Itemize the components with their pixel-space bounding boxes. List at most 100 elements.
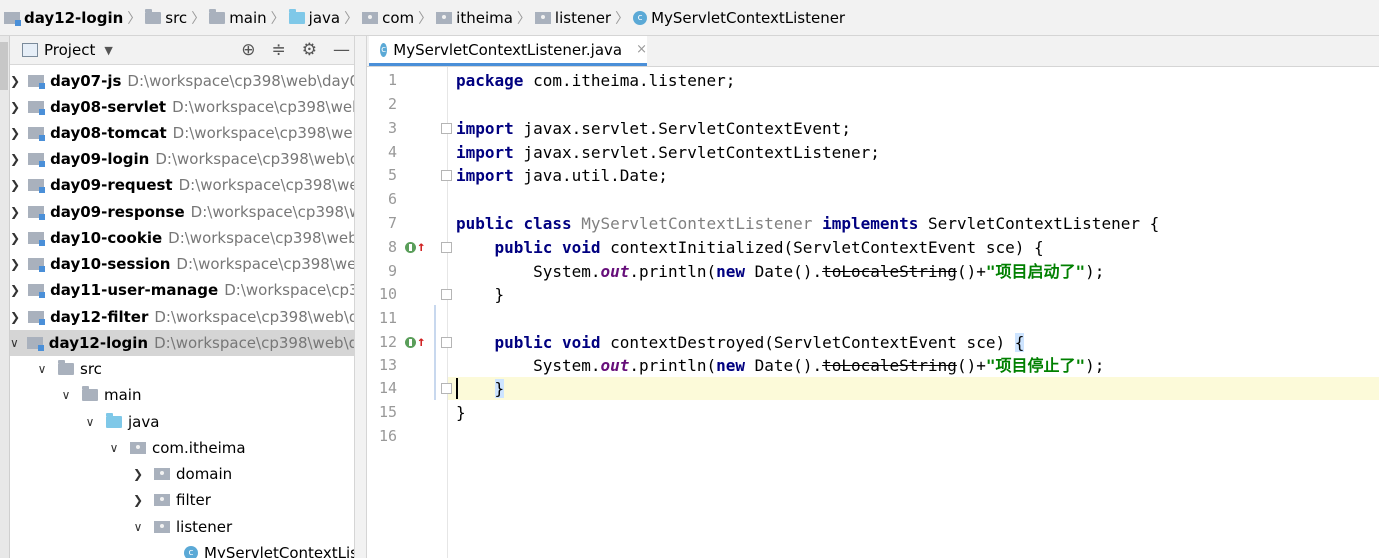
code-line[interactable]: 16	[367, 425, 1379, 448]
chevron-down-icon[interactable]: ∨	[82, 415, 98, 429]
chevron-right-icon[interactable]: ❯	[10, 126, 20, 140]
implement-marker-icon[interactable]	[405, 337, 416, 348]
package-icon	[534, 11, 551, 24]
class-icon: c	[633, 10, 648, 25]
tree-item-package[interactable]: ❯ filter	[10, 487, 354, 513]
chevron-right-icon[interactable]: ❯	[10, 152, 20, 166]
breadcrumb-item-day12-login[interactable]: day12-login	[4, 0, 123, 36]
fold-icon[interactable]	[441, 123, 452, 134]
code-line[interactable]: 15}	[367, 401, 1379, 424]
minimize-icon[interactable]: —	[333, 40, 350, 60]
fold-icon[interactable]	[441, 170, 452, 181]
tree-item-class[interactable]: c MyServletContextList	[10, 540, 354, 558]
editor-tab-bar: c MyServletContextListener.java ×	[367, 36, 1379, 67]
tree-item-folder[interactable]: ∨ main	[10, 382, 354, 408]
code-line[interactable]: 10 }	[367, 283, 1379, 306]
tree-item-folder[interactable]: ∨ src	[10, 356, 354, 382]
chevron-right-icon: 〉	[191, 10, 206, 27]
chevron-down-icon[interactable]: ∨	[130, 520, 146, 534]
folder-icon	[58, 360, 74, 375]
chevron-right-icon[interactable]: ❯	[10, 100, 20, 114]
arrow-up-icon[interactable]: ↑	[417, 331, 425, 354]
tree-item-package[interactable]: ∨ com.itheima	[10, 435, 354, 461]
tree-item-package[interactable]: ❯ domain	[10, 461, 354, 487]
code-line[interactable]: 6	[367, 188, 1379, 211]
breadcrumb-item-listener[interactable]: listener	[534, 0, 611, 36]
code-line[interactable]: 4 import javax.servlet.ServletContextList…	[367, 141, 1379, 164]
fold-icon[interactable]	[441, 383, 452, 394]
code-line[interactable]: 1 package com.itheima.listener;	[367, 69, 1379, 92]
panel-splitter[interactable]	[354, 36, 367, 558]
implement-marker-icon[interactable]	[405, 242, 416, 253]
arrow-up-icon[interactable]: ↑	[417, 236, 425, 259]
project-panel-title[interactable]: Project	[44, 41, 95, 59]
chevron-down-icon[interactable]: ∨	[58, 388, 74, 402]
fold-icon[interactable]	[441, 242, 452, 253]
chevron-right-icon: 〉	[270, 10, 285, 27]
tree-item-module-selected[interactable]: ∨ day12-login D:\workspace\cp398\web\da	[10, 330, 354, 356]
chevron-down-icon[interactable]: ∨	[10, 336, 19, 350]
fold-icon[interactable]	[441, 289, 452, 300]
chevron-down-icon[interactable]: ∨	[106, 441, 122, 455]
fold-icon[interactable]	[441, 337, 452, 348]
breadcrumb-item-java[interactable]: java	[288, 0, 340, 36]
package-icon	[436, 11, 453, 24]
chevron-right-icon[interactable]: ❯	[10, 231, 20, 245]
chevron-down-icon[interactable]: ∨	[34, 362, 50, 376]
code-line[interactable]: 13 System.out.println(new Date().toLocal…	[367, 354, 1379, 377]
code-line[interactable]: 5 import java.util.Date;	[367, 164, 1379, 187]
code-editor[interactable]: 1 package com.itheima.listener; 2 3 import…	[367, 67, 1379, 558]
module-icon	[28, 179, 46, 193]
project-tool-tab[interactable]	[0, 42, 8, 90]
breadcrumb-item-src[interactable]: src	[145, 0, 187, 36]
code-line[interactable]: 11	[367, 307, 1379, 330]
code-line[interactable]: 7 public class MyServletContextListener i…	[367, 212, 1379, 235]
folder-icon	[82, 386, 98, 401]
chevron-right-icon[interactable]: ❯	[10, 74, 20, 88]
chevron-right-icon[interactable]: ❯	[130, 493, 146, 507]
tree-item-package[interactable]: ∨ listener	[10, 514, 354, 540]
module-icon	[28, 284, 46, 298]
tree-item-module[interactable]: ❯ day09-request D:\workspace\cp398\web\	[10, 172, 354, 198]
chevron-right-icon[interactable]: ❯	[10, 257, 20, 271]
code-line-current[interactable]: 14 }	[367, 377, 1379, 400]
code-line[interactable]: 2	[367, 93, 1379, 116]
chevron-right-icon[interactable]: ❯	[10, 283, 20, 297]
chevron-down-icon[interactable]: ▼	[104, 44, 112, 57]
module-icon	[28, 206, 46, 220]
gear-icon[interactable]: ⚙	[302, 40, 317, 60]
tree-item-source-folder[interactable]: ∨ java	[10, 409, 354, 435]
editor-tab-active[interactable]: c MyServletContextListener.java ×	[369, 36, 647, 66]
module-icon	[28, 153, 46, 167]
chevron-right-icon[interactable]: ❯	[10, 205, 20, 219]
chevron-right-icon: 〉	[516, 10, 531, 27]
tree-item-module[interactable]: ❯ day12-filter D:\workspace\cp398\web\da	[10, 304, 354, 330]
code-line[interactable]: 12 ↑ public void contextDestroyed(Servlet…	[367, 331, 1379, 354]
tree-item-module[interactable]: ❯ day08-tomcat D:\workspace\cp398\web\	[10, 120, 354, 146]
tree-item-module[interactable]: ❯ day09-response D:\workspace\cp398\we	[10, 199, 354, 225]
left-tool-strip	[0, 36, 10, 558]
chevron-right-icon[interactable]: ❯	[10, 178, 20, 192]
breadcrumb-item-class[interactable]: c MyServletContextListener	[633, 0, 845, 36]
tree-item-module[interactable]: ❯day11-user-manageD:\workspace\cp398	[10, 277, 354, 303]
breadcrumb-item-com[interactable]: com	[362, 0, 414, 36]
collapse-icon[interactable]: ≑	[272, 40, 286, 60]
breadcrumb-item-itheima[interactable]: itheima	[436, 0, 513, 36]
code-line[interactable]: 3 import javax.servlet.ServletContextEven…	[367, 117, 1379, 140]
folder-icon	[145, 8, 162, 24]
module-icon	[28, 311, 46, 325]
tree-item-module[interactable]: ❯ day07-js D:\workspace\cp398\web\day07	[10, 68, 354, 94]
breadcrumb-item-main[interactable]: main	[209, 0, 267, 36]
tree-item-module[interactable]: ❯ day10-session D:\workspace\cp398\web\	[10, 251, 354, 277]
locate-icon[interactable]: ⊕	[241, 40, 255, 60]
project-tree: ❯ day07-js D:\workspace\cp398\web\day07 ❯ d…	[10, 65, 354, 558]
close-icon[interactable]: ×	[636, 42, 647, 57]
chevron-right-icon[interactable]: ❯	[10, 310, 20, 324]
tree-item-module[interactable]: ❯ day09-login D:\workspace\cp398\web\da	[10, 146, 354, 172]
tree-item-module[interactable]: ❯ day10-cookie D:\workspace\cp398\web\c	[10, 225, 354, 251]
tree-item-module[interactable]: ❯day08-servletD:\workspace\cp398\web\c	[10, 94, 354, 120]
code-line[interactable]: 9 System.out.println(new Date().toLocale…	[367, 260, 1379, 283]
chevron-right-icon[interactable]: ❯	[130, 467, 146, 481]
code-line[interactable]: 8 ↑ public void contextInitialized(Servle…	[367, 236, 1379, 259]
module-icon	[4, 11, 21, 26]
